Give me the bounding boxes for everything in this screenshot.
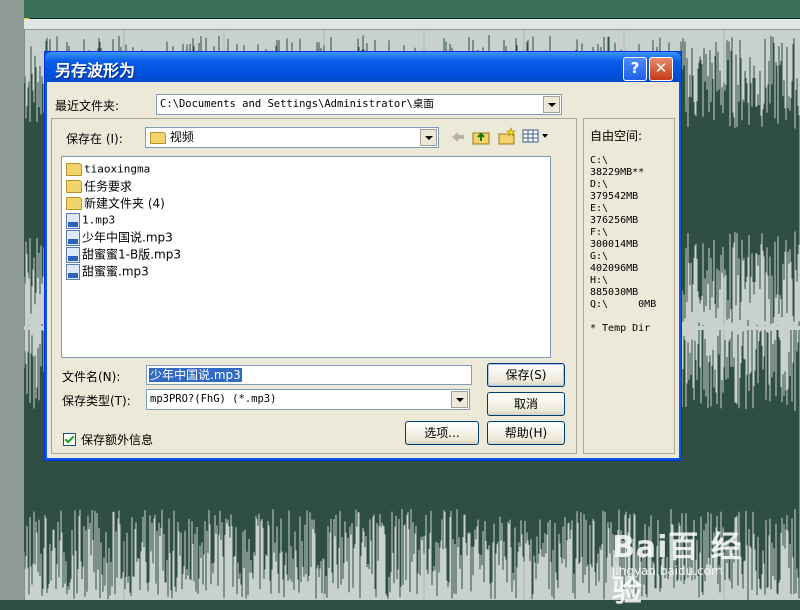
dialog-title: 另存波形为 — [55, 61, 136, 80]
save-in-value: 视频 — [169, 130, 194, 144]
file-name: 任务要求 — [84, 179, 133, 194]
free-space-line: F:\ — [590, 227, 609, 238]
free-space-line: Q:\ 0MB — [590, 299, 657, 310]
free-space-panel: 自由空间: C:\ 38229MB** D:\ 379542MB E:\ 376256MB… — [583, 118, 675, 454]
filename-value: 少年中国说.mp3 — [149, 368, 242, 382]
filetype-combo[interactable]: mp3PRO?(FhG) (*.mp3) — [146, 389, 470, 410]
filetype-label: 保存类型(T): — [62, 394, 131, 408]
watermark-url: jingyan.baidu.com — [612, 564, 723, 578]
recent-folder-label: 最近文件夹: — [55, 99, 120, 113]
filetype-value: mp3PRO?(FhG) (*.mp3) — [150, 393, 277, 405]
chevron-down-icon[interactable] — [451, 391, 468, 408]
file-list-item[interactable]: 1.mp3 — [66, 212, 116, 229]
file-name: 1.mp3 — [82, 213, 116, 227]
file-list[interactable]: tiaoxingma 任务要求新建文件夹 (4) 1.mp3 少年中国说.mp3 甜蜜蜜… — [61, 156, 551, 358]
cancel-button[interactable]: 取消 — [487, 392, 565, 416]
file-name: 甜蜜蜜.mp3 — [82, 264, 149, 279]
chevron-down-icon[interactable] — [543, 96, 560, 113]
folder-list-item[interactable]: 任务要求 — [66, 178, 132, 194]
save-in-folder: 视频 — [150, 128, 194, 146]
folder-list-item[interactable]: tiaoxingma — [66, 161, 150, 177]
chevron-down-icon[interactable] — [420, 129, 437, 146]
free-space-line: H:\ — [590, 275, 609, 286]
save-extra-info-checkbox[interactable] — [63, 433, 76, 446]
new-folder-icon[interactable] — [498, 127, 516, 145]
free-space-line: * Temp Dir — [590, 323, 651, 334]
free-space-line: 402096MB — [590, 263, 639, 274]
save-extra-info-label: 保存额外信息 — [81, 433, 154, 447]
free-space-line: 379542MB — [590, 191, 639, 202]
mp3-file-icon — [66, 263, 80, 280]
file-name: tiaoxingma — [84, 162, 151, 176]
help-button[interactable]: 帮助(H) — [487, 421, 565, 445]
overview-bar[interactable] — [24, 0, 800, 24]
title-help-button[interactable]: ? — [623, 57, 647, 81]
file-list-item[interactable]: 少年中国说.mp3 — [66, 229, 173, 246]
save-in-combo[interactable]: 视频 — [145, 127, 439, 148]
file-name: 甜蜜蜜1-B版.mp3 — [82, 247, 181, 262]
mp3-file-icon — [66, 212, 80, 229]
free-space-line: 376256MB — [590, 215, 639, 226]
recent-folder-combo[interactable]: C:\Documents and Settings\Administrator\… — [156, 94, 562, 115]
save-in-label: 保存在 (I): — [66, 132, 123, 146]
free-space-line: E:\ — [590, 203, 609, 214]
title-bar[interactable]: 另存波形为 ? ✕ — [45, 52, 681, 82]
file-list-item[interactable]: 甜蜜蜜1-B版.mp3 — [66, 246, 181, 263]
filename-label: 文件名(N): — [62, 370, 121, 384]
close-button[interactable]: ✕ — [649, 57, 673, 81]
file-name: 新建文件夹 (4) — [84, 196, 165, 211]
left-panel — [0, 0, 25, 600]
baidu-watermark: Bai百 经验 jingyan.baidu.com — [612, 512, 772, 609]
mp3-file-icon — [66, 229, 80, 246]
save-button[interactable]: 保存(S) — [487, 363, 565, 387]
free-space-line: G:\ — [590, 251, 609, 262]
mp3-file-icon — [66, 246, 80, 263]
free-space-line: 38229MB** — [590, 167, 645, 178]
filename-input[interactable]: 少年中国说.mp3 — [146, 365, 472, 385]
recent-folder-value: C:\Documents and Settings\Administrator\… — [160, 98, 434, 110]
free-space-title: 自由空间: — [590, 129, 643, 143]
folder-list-item[interactable]: 新建文件夹 (4) — [66, 195, 165, 211]
free-space-line: 300014MB — [590, 239, 639, 250]
save-as-dialog: 另存波形为 ? ✕ 最近文件夹: C:\Documents and Settin… — [44, 51, 682, 461]
time-ruler — [24, 19, 800, 30]
up-folder-icon[interactable] — [472, 128, 490, 145]
options-button[interactable]: 选项... — [405, 421, 479, 445]
folder-icon — [66, 197, 82, 210]
back-arrow-icon[interactable] — [450, 129, 466, 145]
free-space-line: 885030MB — [590, 287, 639, 298]
free-space-line: C:\ — [590, 155, 609, 166]
file-list-item[interactable]: 甜蜜蜜.mp3 — [66, 263, 149, 280]
view-menu-icon[interactable] — [522, 129, 550, 143]
folder-icon — [66, 163, 82, 176]
folder-icon — [66, 180, 82, 193]
folder-icon — [150, 131, 166, 144]
file-name: 少年中国说.mp3 — [82, 230, 173, 245]
free-space-line: D:\ — [590, 179, 609, 190]
